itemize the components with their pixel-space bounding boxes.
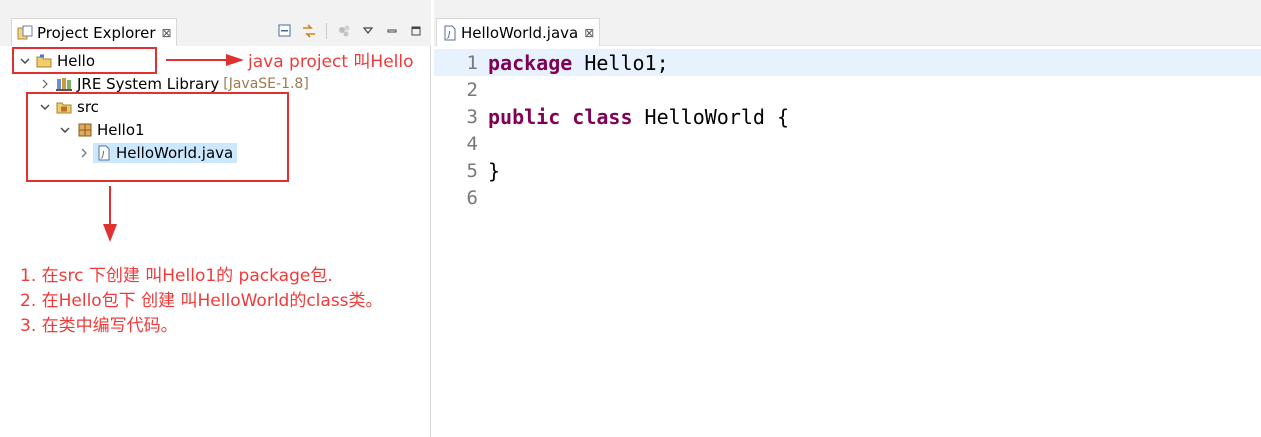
project-explorer-view: Project Explorer ⊠ Hello JRE System Libr… [0,0,431,437]
code-line[interactable]: 2 [434,76,1261,103]
link-with-editor-icon[interactable] [300,22,318,40]
code-line[interactable]: 4 [434,130,1261,157]
annotation-line: 1. 在src 下创建 叫Hello1的 package包. [20,266,333,286]
code-keyword: public class [488,104,633,129]
close-icon[interactable]: ⊠ [162,26,172,40]
project-explorer-icon [17,25,33,41]
line-number: 1 [466,51,478,74]
annotation-project-note: java project 叫Hello [248,52,414,72]
tab-project-explorer-label: Project Explorer [37,23,156,42]
line-number: 2 [466,78,478,101]
line-number: 3 [466,105,478,128]
code-text: package Hello1; [488,51,669,75]
tab-helloworld-java-label: HelloWorld.java [461,23,579,42]
tree-item-label: JRE System Library [77,75,220,93]
annotation-line: 3. 在类中编写代码。 [20,316,178,336]
code-rest: Hello1; [572,50,669,75]
code-line[interactable]: 1 package Hello1; [434,49,1261,76]
view-toolbar [276,20,425,42]
code-line[interactable]: 6 [434,184,1261,211]
annotation-box-hello [12,47,157,74]
code-rest: HelloWorld { [632,104,790,129]
tab-project-explorer[interactable]: Project Explorer ⊠ [11,18,177,46]
minimize-icon[interactable] [383,22,401,40]
close-icon[interactable]: ⊠ [584,26,594,40]
annotation-line: 2. 在Hello包下 创建 叫HelloWorld的class类。 [20,291,383,311]
project-explorer-header: Project Explorer ⊠ [0,0,431,46]
line-number: 4 [466,132,478,155]
code-rest: } [488,158,501,183]
annotation-box-src [26,92,289,182]
tree-item-decoration: [JavaSE-1.8] [223,76,309,92]
toolbar-separator [326,23,327,39]
line-number: 6 [466,186,478,209]
code-area[interactable]: 1 package Hello1; 2 3 public class Hello… [434,46,1261,437]
code-text: } [488,159,500,183]
library-icon [56,75,74,93]
code-line[interactable]: 3 public class HelloWorld { [434,103,1261,130]
collapse-all-icon[interactable] [276,22,294,40]
view-menu-chevron-down-icon[interactable] [359,22,377,40]
code-text: public class HelloWorld { [488,105,789,129]
annotation-instructions: 1. 在src 下创建 叫Hello1的 package包. 2. 在Hello… [20,264,383,339]
annotation-arrow-right-icon [166,54,244,66]
chevron-right-icon[interactable] [38,77,52,91]
line-number: 5 [466,159,478,182]
maximize-icon[interactable] [407,22,425,40]
focus-on-active-task-icon[interactable] [335,22,353,40]
editor-tab-bar: J HelloWorld.java ⊠ [434,0,1261,46]
java-editor: J HelloWorld.java ⊠ 1 package Hello1; 2 … [434,0,1261,437]
annotation-arrow-down-icon [103,186,117,242]
java-file-icon: J [443,25,457,41]
code-line[interactable]: 5 } [434,157,1261,184]
tab-helloworld-java[interactable]: J HelloWorld.java ⊠ [436,18,600,46]
code-keyword: package [488,50,573,75]
